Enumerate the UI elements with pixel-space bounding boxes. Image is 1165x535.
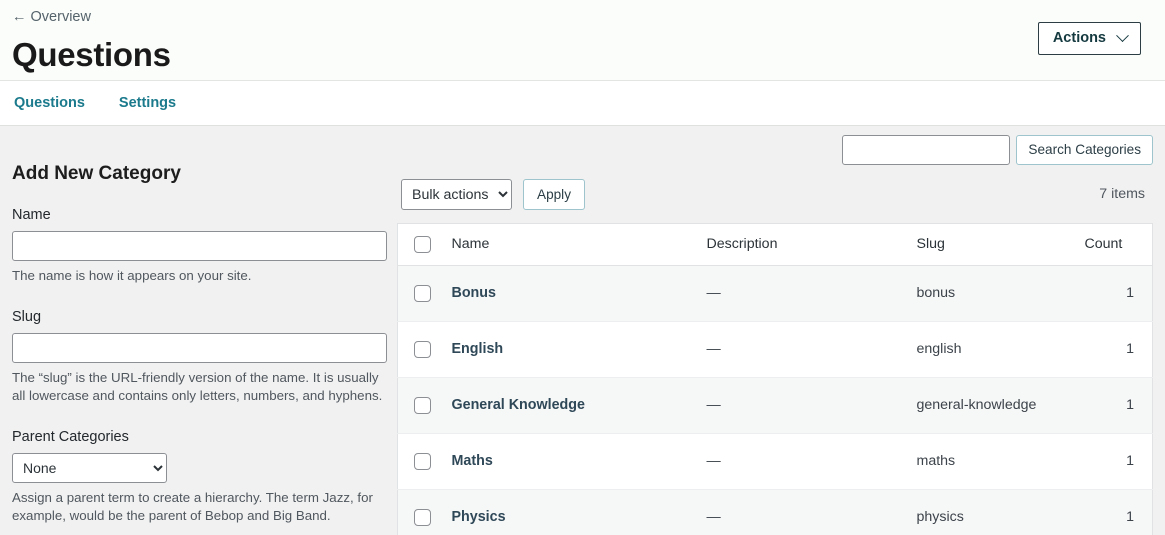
table-row[interactable]: General Knowledge — general-knowledge 1 (397, 377, 1153, 434)
chevron-down-icon (1116, 28, 1129, 42)
row-name-cell: Bonus (441, 265, 697, 322)
row-count-cell: 1 (1074, 489, 1153, 535)
row-slug-cell: bonus (906, 265, 1075, 322)
parent-categories-select[interactable]: None (12, 452, 167, 483)
slug-field-group: Slug The “slug” is the URL-friendly vers… (12, 308, 387, 406)
name-input[interactable] (12, 231, 387, 261)
category-link[interactable]: English (452, 341, 504, 357)
form-spacer-2 (12, 410, 385, 428)
row-select-cell (397, 265, 442, 322)
row-count-cell: 1 (1074, 265, 1153, 322)
column-header-count[interactable]: Count (1074, 223, 1153, 266)
category-link[interactable]: General Knowledge (452, 397, 585, 413)
bulk-actions-row: Bulk actions Apply 7 items (397, 179, 1153, 210)
category-link[interactable]: Maths (452, 453, 493, 469)
search-categories-button[interactable]: Search Categories (1016, 135, 1153, 165)
row-slug-cell: english (906, 321, 1075, 378)
table-header-row: Name Description Slug Count (397, 223, 1153, 266)
row-name-cell: Maths (441, 433, 697, 490)
row-select-cell (397, 321, 442, 378)
page-title: Questions (12, 36, 171, 73)
row-select-cell (397, 377, 442, 434)
category-link[interactable]: Physics (452, 509, 506, 525)
parent-categories-label: Parent Categories (12, 428, 129, 445)
row-count-cell: 1 (1074, 433, 1153, 490)
row-name-cell: Physics (441, 489, 697, 535)
row-description-cell: — (696, 377, 907, 434)
categories-table: Name Description Slug Count Bonus — bonu… (397, 223, 1153, 535)
row-slug-cell: general-knowledge (906, 377, 1075, 434)
item-count: 7 items (1099, 186, 1145, 202)
main-content: Add New Category Name The name is how it… (0, 126, 1165, 535)
form-spacer-1 (12, 290, 385, 308)
select-all-header (397, 223, 442, 266)
tab-bar: Questions Settings (0, 81, 1165, 126)
actions-button-label: Actions (1052, 30, 1106, 46)
column-header-description[interactable]: Description (696, 223, 907, 266)
actions-button[interactable]: Actions (1037, 22, 1141, 55)
name-field-group: Name The name is how it appears on your … (12, 206, 387, 286)
select-all-checkbox[interactable] (414, 235, 431, 253)
row-slug-cell: physics (906, 489, 1075, 535)
table-row[interactable]: Bonus — bonus 1 (397, 265, 1153, 322)
table-row[interactable]: Maths — maths 1 (397, 433, 1153, 490)
form-heading: Add New Category (12, 163, 181, 184)
row-slug-cell: maths (906, 433, 1075, 490)
row-checkbox[interactable] (414, 396, 431, 414)
parent-categories-group: Parent Categories None Assign a parent t… (12, 428, 385, 526)
tab-questions[interactable]: Questions (12, 90, 87, 116)
table-row[interactable]: English — english 1 (397, 321, 1153, 378)
table-row[interactable]: Physics — physics 1 (397, 489, 1153, 535)
column-header-name[interactable]: Name (441, 223, 697, 266)
row-select-cell (397, 489, 442, 535)
bulk-actions-select[interactable]: Bulk actions (401, 179, 512, 210)
name-help-text: The name is how it appears on your site. (12, 268, 252, 283)
slug-input[interactable] (12, 332, 387, 363)
row-count-cell: 1 (1074, 377, 1153, 434)
add-new-category-form: Add New Category Name The name is how it… (0, 126, 397, 535)
row-checkbox[interactable] (414, 452, 431, 470)
row-checkbox[interactable] (414, 340, 431, 358)
back-to-overview-link[interactable]: ← Overview (12, 6, 91, 26)
row-checkbox[interactable] (414, 284, 431, 302)
category-link[interactable]: Bonus (452, 285, 496, 301)
table-body: Bonus — bonus 1 English — english 1 Gene… (397, 265, 1153, 535)
search-row: Search Categories (397, 126, 1153, 165)
row-count-cell: 1 (1074, 321, 1153, 378)
row-select-cell (397, 433, 442, 490)
search-input[interactable] (842, 135, 1011, 165)
row-description-cell: — (696, 489, 907, 535)
row-description-cell: — (696, 265, 907, 322)
table-head: Name Description Slug Count (397, 223, 1153, 266)
slug-label: Slug (12, 308, 42, 325)
name-label: Name (12, 207, 51, 223)
page-header: ← Overview Questions Actions (0, 0, 1165, 81)
categories-list-panel: Search Categories Bulk actions Apply 7 i… (397, 126, 1165, 535)
apply-button[interactable]: Apply (523, 179, 586, 210)
row-description-cell: — (696, 433, 907, 490)
column-header-slug[interactable]: Slug (906, 223, 1075, 266)
row-checkbox[interactable] (414, 508, 431, 526)
tab-settings[interactable]: Settings (117, 90, 178, 116)
row-name-cell: General Knowledge (441, 377, 697, 434)
slug-help-text: The “slug” is the URL-friendly version o… (12, 369, 383, 404)
row-name-cell: English (441, 321, 697, 378)
row-description-cell: — (696, 321, 907, 378)
parent-categories-help-text: Assign a parent term to create a hierarc… (12, 489, 373, 524)
